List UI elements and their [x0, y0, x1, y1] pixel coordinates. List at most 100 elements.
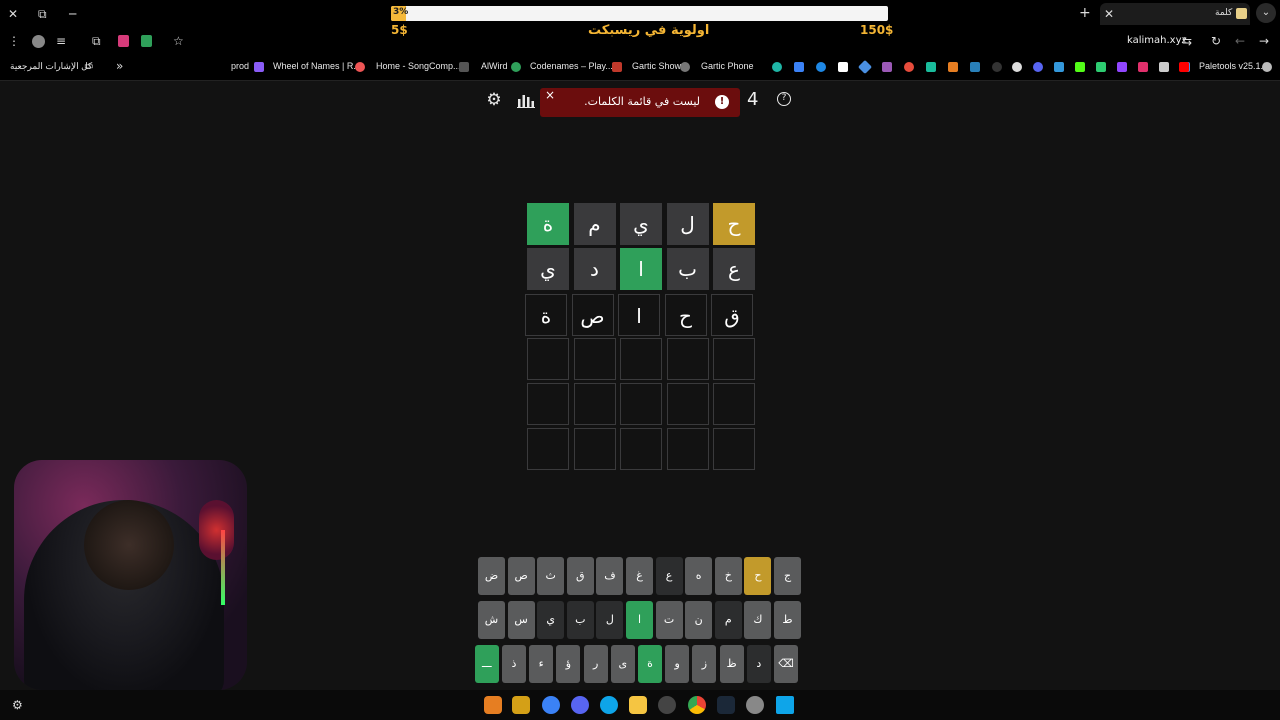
bookmark-icon[interactable]: [1075, 62, 1085, 72]
bookmark-gartic-show[interactable]: Gartic Show: [632, 61, 681, 71]
keyboard-key[interactable]: ط: [774, 601, 801, 639]
bookmark-icon[interactable]: [904, 62, 914, 72]
reading-list-icon[interactable]: ≡: [56, 34, 66, 48]
extension-adblock-icon[interactable]: [141, 35, 152, 47]
bookmark-icon[interactable]: [1033, 62, 1043, 72]
profile-avatar-icon[interactable]: [32, 35, 45, 48]
keyboard-key[interactable]: ز: [692, 645, 717, 683]
more-bookmarks-icon[interactable]: »: [116, 59, 123, 73]
keyboard-key[interactable]: ج: [774, 557, 801, 595]
bookmark-icon[interactable]: [1054, 62, 1064, 72]
bookmark-paletools[interactable]: Paletools v25.1.9: [1199, 61, 1268, 71]
keyboard-key[interactable]: ق: [566, 557, 594, 595]
keyboard-key[interactable]: ل: [596, 601, 624, 639]
edge-icon[interactable]: [600, 696, 618, 714]
site-settings-icon[interactable]: ⇆: [1182, 34, 1192, 48]
keyboard-key[interactable]: د: [746, 645, 771, 683]
keyboard-key[interactable]: ه: [685, 557, 713, 595]
bookmark-icon[interactable]: [1117, 62, 1127, 72]
keyboard-key[interactable]: م: [714, 601, 742, 639]
bookmark-icon[interactable]: [838, 62, 848, 72]
bookmark-star-icon[interactable]: ☆: [173, 34, 184, 48]
toast-close-button[interactable]: ×: [545, 88, 555, 102]
discord-icon[interactable]: [571, 696, 589, 714]
bookmark-icon[interactable]: [794, 62, 804, 72]
settings-gear-icon[interactable]: ⚙: [484, 90, 504, 110]
keyboard-key[interactable]: ص: [507, 557, 535, 595]
system-settings-icon[interactable]: ⚙: [12, 698, 23, 712]
extension-shield-icon[interactable]: [118, 35, 129, 47]
keyboard-key[interactable]: ب: [566, 601, 594, 639]
backspace-key[interactable]: ⌫: [774, 645, 798, 683]
bookmark-icon[interactable]: [926, 62, 936, 72]
background-decor: [199, 500, 234, 560]
bookmark-icon[interactable]: [882, 62, 892, 72]
forward-icon[interactable]: ←: [1235, 34, 1245, 48]
keyboard-key[interactable]: ث: [537, 557, 565, 595]
keyboard-key[interactable]: ش: [478, 601, 505, 639]
bookmark-icon[interactable]: [948, 62, 958, 72]
keyboard-key[interactable]: ذ: [502, 645, 526, 683]
bookmark-songcomp[interactable]: Home - SongComp...: [376, 61, 461, 71]
bookmark-wheel-of-names[interactable]: Wheel of Names | R...: [273, 61, 361, 71]
keyboard-key[interactable]: ظ: [719, 645, 744, 683]
url-text[interactable]: kalimah.xyz: [1127, 35, 1187, 46]
bookmark-icon[interactable]: [857, 59, 873, 75]
bookmark-gartic-phone[interactable]: Gartic Phone: [701, 61, 754, 71]
keyboard-key[interactable]: ي: [537, 601, 565, 639]
bookmark-codenames[interactable]: Codenames – Play...: [530, 61, 613, 71]
board-tile: ة: [525, 294, 567, 336]
help-icon[interactable]: ?: [777, 92, 791, 106]
close-window-icon[interactable]: ✕: [8, 7, 18, 21]
keyboard-key[interactable]: ى: [610, 645, 635, 683]
bookmark-icon[interactable]: [1096, 62, 1106, 72]
minimize-window-icon[interactable]: ─: [69, 7, 76, 21]
tab-active[interactable]: ✕ كلمة: [1100, 3, 1250, 25]
bookmark-icon[interactable]: [1138, 62, 1148, 72]
bookmark-icon[interactable]: [772, 62, 782, 72]
keyboard-key[interactable]: غ: [626, 557, 653, 595]
bookmark-icon[interactable]: [1159, 62, 1169, 72]
stats-chart-icon[interactable]: [517, 92, 535, 108]
keyboard-key[interactable]: ء: [529, 645, 554, 683]
close-tab-icon[interactable]: ✕: [1104, 7, 1114, 21]
keyboard-key[interactable]: ر: [583, 645, 608, 683]
all-bookmarks-label[interactable]: كل الإشارات المرجعية: [10, 61, 92, 72]
taskbar-app-icon[interactable]: [542, 696, 560, 714]
bookmark-alwird[interactable]: AlWird: [481, 61, 508, 71]
settings-app-icon[interactable]: [746, 696, 764, 714]
keyboard-key[interactable]: س: [507, 601, 535, 639]
keyboard-key[interactable]: ا: [626, 601, 653, 639]
bookmark-icon[interactable]: [1012, 62, 1022, 72]
keyboard-key[interactable]: ع: [655, 557, 683, 595]
keyboard-key[interactable]: ؤ: [556, 645, 581, 683]
enter-key[interactable]: ـــ: [474, 645, 499, 683]
taskbar-app-icon[interactable]: [484, 696, 502, 714]
bookmark-icon[interactable]: [970, 62, 980, 72]
keyboard-key[interactable]: ح: [744, 557, 772, 595]
keyboard-key[interactable]: ة: [638, 645, 662, 683]
tab-search-icon[interactable]: ⌄: [1256, 3, 1276, 23]
chrome-icon[interactable]: [688, 696, 706, 714]
taskbar-app-icon[interactable]: [512, 696, 530, 714]
keyboard-key[interactable]: خ: [714, 557, 742, 595]
taskbar-app-icon[interactable]: [658, 696, 676, 714]
back-icon[interactable]: →: [1259, 34, 1269, 48]
keyboard-key[interactable]: ض: [478, 557, 505, 595]
bookmark-prod[interactable]: prod: [231, 61, 249, 71]
steam-icon[interactable]: [717, 696, 735, 714]
reload-icon[interactable]: ↻: [1211, 34, 1221, 48]
windows-start-icon[interactable]: [776, 696, 794, 714]
file-explorer-icon[interactable]: [629, 696, 647, 714]
keyboard-key[interactable]: ن: [685, 601, 713, 639]
keyboard-key[interactable]: و: [665, 645, 690, 683]
keyboard-key[interactable]: ت: [655, 601, 683, 639]
menu-dots-icon[interactable]: ⋮: [8, 34, 20, 48]
restore-window-icon[interactable]: ⧉: [38, 7, 47, 21]
bookmark-icon[interactable]: [816, 62, 826, 72]
bookmark-icon[interactable]: [992, 62, 1002, 72]
new-tab-icon[interactable]: +: [1079, 6, 1091, 20]
keyboard-key[interactable]: ك: [744, 601, 772, 639]
keyboard-key[interactable]: ف: [596, 557, 624, 595]
extensions-icon[interactable]: ⧉: [92, 34, 101, 48]
